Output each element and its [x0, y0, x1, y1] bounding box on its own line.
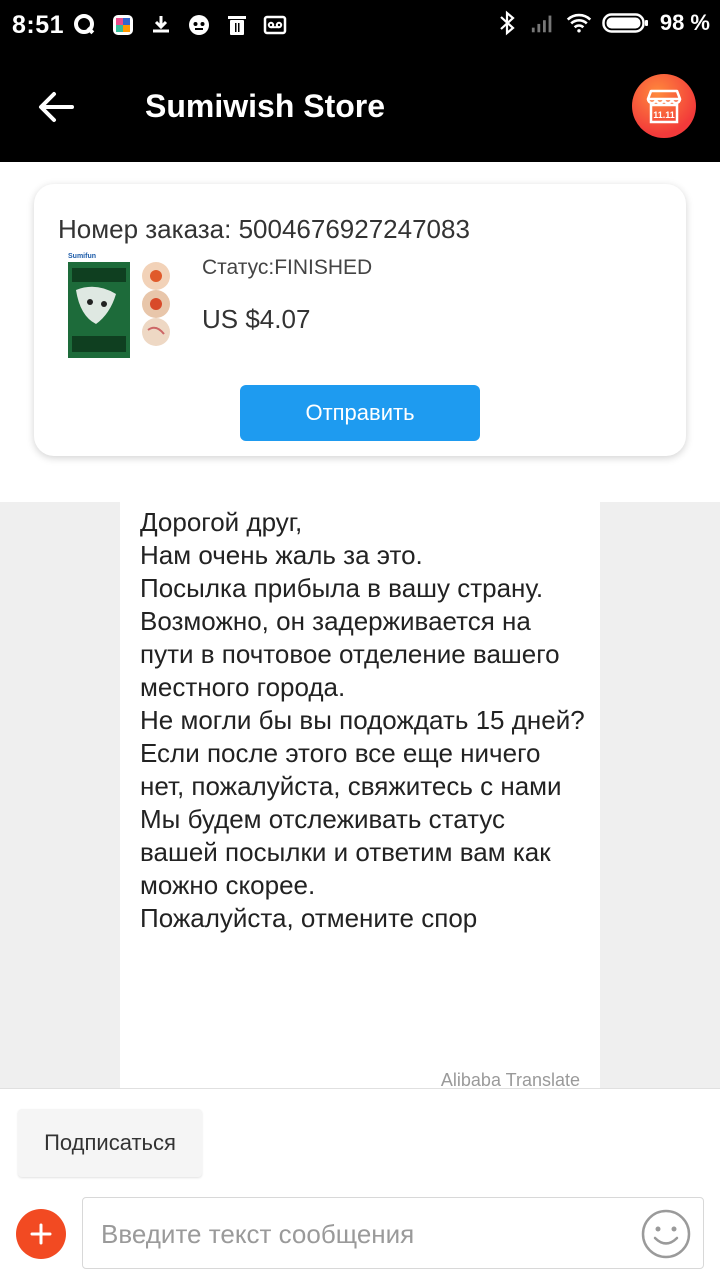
mask-app-icon — [186, 12, 212, 38]
order-number: Номер заказа: 5004676927247083 — [58, 214, 470, 244]
q-app-icon — [72, 12, 98, 38]
app-bar: Sumiwish Store 11.11 — [0, 52, 720, 162]
back-button[interactable] — [28, 82, 84, 132]
notification-icons — [72, 12, 288, 38]
storefront-icon: 11.11 — [646, 89, 682, 124]
arrow-left-icon — [39, 92, 74, 122]
plus-icon — [30, 1223, 52, 1245]
composer-area: Подписаться — [0, 1088, 720, 1280]
status-time: 8:51 — [12, 11, 65, 39]
send-order-button[interactable]: Отправить — [240, 385, 480, 441]
subscribe-button[interactable]: Подписаться — [18, 1109, 202, 1177]
voicemail-icon — [262, 12, 288, 38]
chat-area[interactable]: Дорогой друг, Нам очень жаль за это. Пос… — [0, 502, 720, 1088]
message-input-box[interactable] — [82, 1197, 704, 1269]
message-input[interactable] — [101, 1212, 621, 1256]
message-text: Дорогой друг, Нам очень жаль за это. Пос… — [140, 507, 585, 933]
signal-icon — [530, 10, 556, 36]
emoji-button[interactable] — [639, 1207, 693, 1261]
colorful-app-icon — [110, 12, 136, 38]
order-price: US $4.07 — [202, 304, 311, 334]
status-bar: 8:51 98 % — [0, 0, 720, 52]
battery-icon — [602, 10, 650, 36]
product-image[interactable]: Sumifun — [62, 250, 174, 360]
store-button[interactable]: 11.11 — [632, 74, 696, 138]
svg-text:11.11: 11.11 — [653, 110, 675, 120]
page-title: Sumiwish Store — [145, 88, 386, 124]
product-brand-text: Sumifun — [68, 253, 96, 260]
smiley-icon — [641, 1209, 691, 1259]
system-icons: 98 % — [494, 10, 710, 36]
order-card[interactable]: Номер заказа: 5004676927247083 Sumifun С… — [34, 184, 686, 456]
translate-note: Alibaba Translate — [440, 1070, 580, 1088]
add-attachment-button[interactable] — [16, 1209, 66, 1259]
bluetooth-icon — [494, 10, 520, 36]
download-icon — [148, 12, 174, 38]
trash-icon — [224, 12, 250, 38]
battery-percent: 98 % — [659, 10, 710, 35]
order-status: Статус:FINISHED — [202, 256, 373, 279]
wifi-icon — [566, 10, 592, 36]
message-bubble[interactable]: Дорогой друг, Нам очень жаль за это. Пос… — [120, 502, 600, 1088]
